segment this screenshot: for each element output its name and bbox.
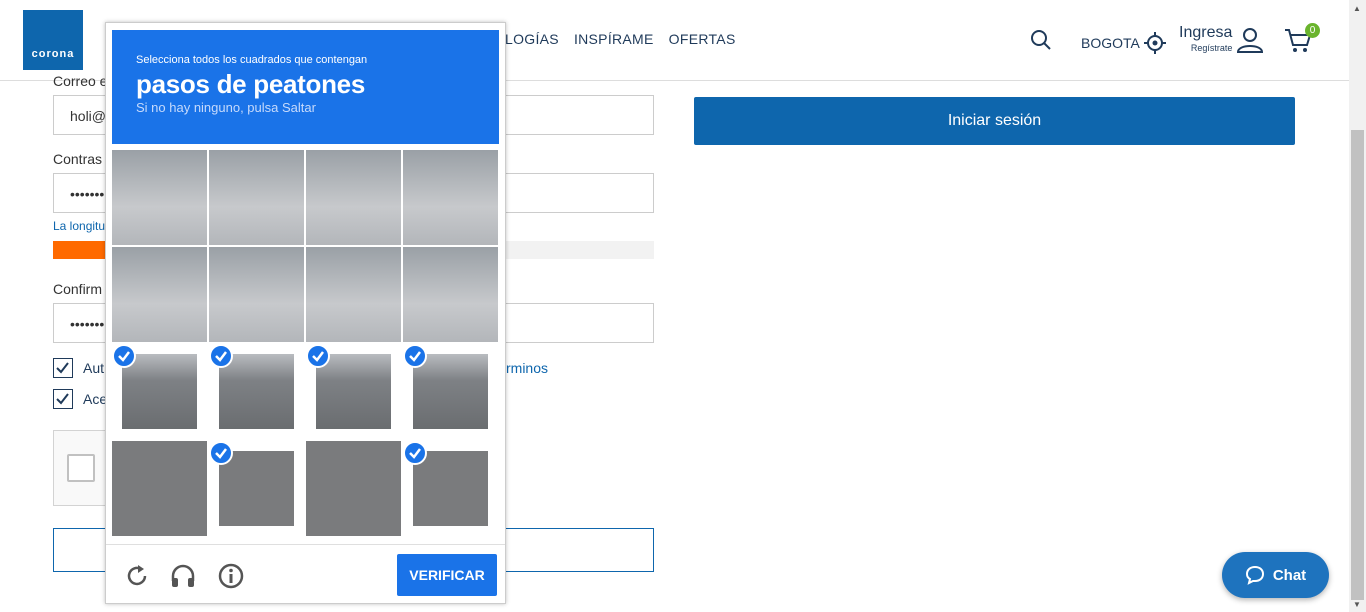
captcha-tile-image (306, 441, 401, 536)
register-label: Regístrate (1190, 43, 1233, 53)
captcha-tile-image (112, 247, 207, 342)
logo-text: corona (31, 48, 75, 60)
password-label: Contras (53, 151, 103, 167)
captcha-tile[interactable] (112, 344, 207, 439)
city-label: BOGOTA (1081, 35, 1140, 51)
selected-check-icon (112, 344, 136, 368)
selected-check-icon (403, 344, 427, 368)
reload-icon[interactable] (124, 563, 150, 589)
scroll-up-arrow-icon[interactable]: ▲ (1353, 4, 1361, 13)
recaptcha-checkbox[interactable] (67, 454, 95, 482)
main-nav: LOGÍAS INSPÍRAME OFERTAS (505, 31, 736, 47)
captcha-tile-image (209, 247, 304, 342)
captcha-tile[interactable] (306, 247, 401, 342)
captcha-challenge: Selecciona todos los cuadrados que conte… (105, 22, 506, 604)
login-label: Ingresa (1179, 24, 1233, 41)
captcha-tile[interactable] (306, 441, 401, 536)
corona-logo[interactable]: corona (23, 10, 83, 70)
captcha-tile[interactable] (112, 247, 207, 342)
selected-check-icon (306, 344, 330, 368)
captcha-tile[interactable] (403, 344, 498, 439)
captcha-target: pasos de peatones (136, 69, 365, 99)
verify-button[interactable]: VERIFICAR (397, 554, 497, 596)
cart-count-badge: 0 (1305, 23, 1320, 38)
nav-item-tecnologias[interactable]: LOGÍAS (505, 31, 559, 47)
nav-item-ofertas[interactable]: OFERTAS (669, 31, 736, 47)
captcha-tile[interactable] (403, 441, 498, 536)
login-link[interactable]: Ingresa Regístrate (1179, 24, 1232, 53)
captcha-tile[interactable] (112, 441, 207, 536)
location-target-icon (1143, 32, 1166, 54)
captcha-tile[interactable] (209, 344, 304, 439)
captcha-tile[interactable] (209, 150, 304, 245)
signin-button[interactable]: Iniciar sesión (694, 97, 1295, 145)
captcha-skip-hint: Si no hay ninguno, pulsa Saltar (136, 100, 316, 115)
authorize-label: Aut (83, 360, 105, 376)
city-selector[interactable]: BOGOTA (1081, 32, 1166, 54)
recaptcha-widget (53, 430, 113, 506)
accept-label: Ace (83, 391, 108, 407)
email-label: Correo e (53, 73, 108, 89)
password-hint: La longitu (53, 219, 106, 233)
info-icon[interactable] (218, 563, 244, 589)
captcha-tile[interactable] (209, 247, 304, 342)
selected-check-icon (403, 441, 427, 465)
captcha-tile[interactable] (306, 150, 401, 245)
captcha-tile-image (209, 150, 304, 245)
selected-check-icon (209, 441, 233, 465)
search-icon[interactable] (1030, 29, 1052, 51)
accept-checkbox[interactable] (53, 389, 73, 409)
captcha-image-grid (112, 150, 499, 537)
captcha-tile-image (403, 247, 498, 342)
chat-button[interactable]: Chat (1222, 552, 1329, 598)
captcha-tile[interactable] (403, 247, 498, 342)
captcha-tile[interactable] (112, 150, 207, 245)
captcha-tile[interactable] (209, 441, 304, 536)
captcha-tile[interactable] (403, 150, 498, 245)
chat-bubble-icon (1245, 565, 1264, 585)
captcha-tile-image (306, 247, 401, 342)
chat-label: Chat (1272, 566, 1307, 584)
captcha-tile-image (403, 150, 498, 245)
captcha-tile[interactable] (306, 344, 401, 439)
headphones-icon[interactable] (170, 563, 196, 589)
captcha-tile-image (306, 150, 401, 245)
page-scrollbar[interactable]: ▲ ▼ (1349, 0, 1366, 612)
captcha-tile-image (112, 150, 207, 245)
scroll-down-arrow-icon[interactable]: ▼ (1353, 600, 1361, 609)
captcha-header: Selecciona todos los cuadrados que conte… (112, 30, 499, 144)
authorize-checkbox[interactable] (53, 358, 73, 378)
selected-check-icon (209, 344, 233, 368)
user-icon[interactable] (1236, 26, 1264, 54)
captcha-tile-image (112, 441, 207, 536)
captcha-footer: VERIFICAR (106, 544, 505, 604)
checkmark-icon (56, 393, 69, 405)
terms-link[interactable]: rminos (506, 360, 548, 376)
checkmark-icon (56, 362, 69, 374)
captcha-instruction: Selecciona todos los cuadrados que conte… (136, 54, 368, 66)
confirm-label: Confirm (53, 281, 103, 297)
page: corona LOGÍAS INSPÍRAME OFERTAS BOGOTA I… (0, 0, 1366, 612)
scrollbar-thumb[interactable] (1351, 130, 1364, 600)
nav-item-inspirame[interactable]: INSPÍRAME (574, 31, 654, 47)
